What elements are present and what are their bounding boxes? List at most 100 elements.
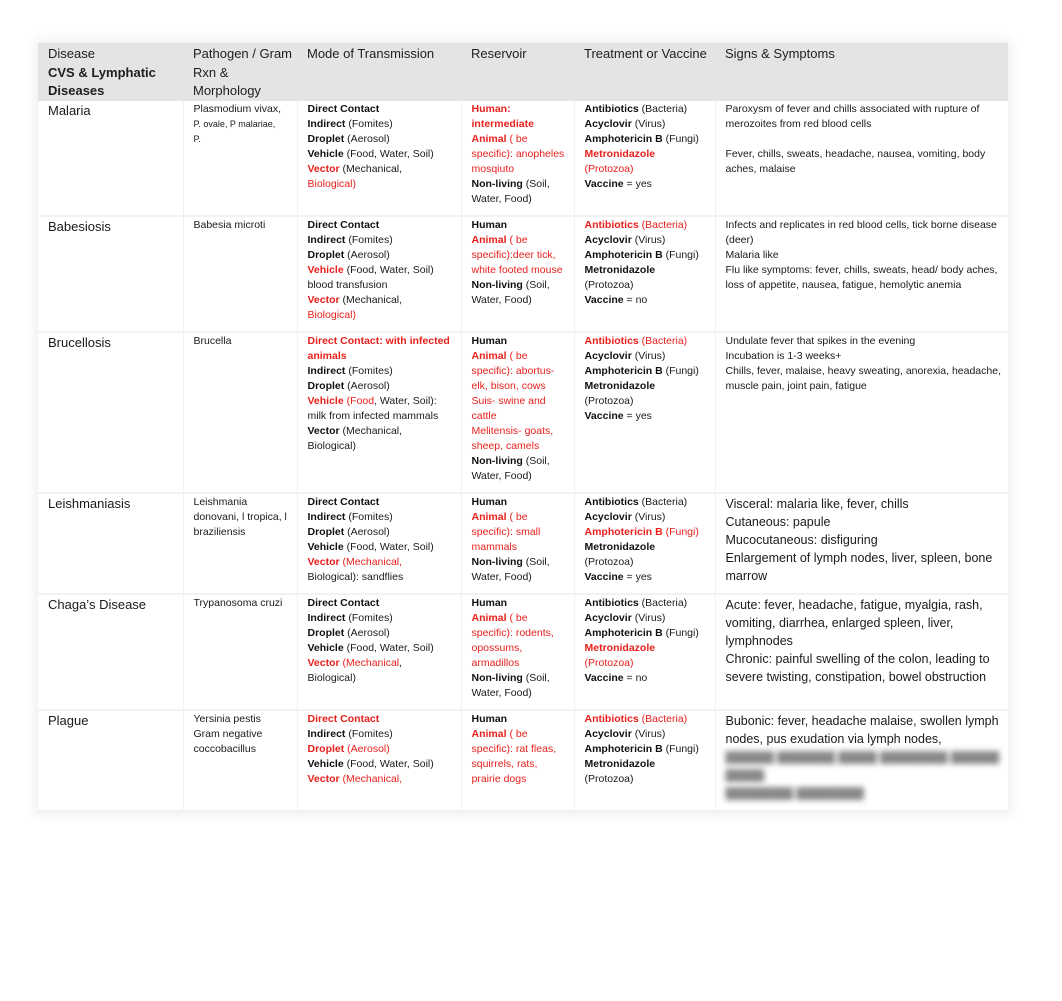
symptom-line: Chronic: painful swelling of the colon, … <box>725 651 990 684</box>
droplet: Droplet <box>307 742 345 755</box>
direct-contact: Direct Contact <box>307 218 380 231</box>
vaccine-value: = yes <box>626 570 652 583</box>
vaccine-label: Vaccine <box>584 177 624 190</box>
treatment-note: (Fungi) <box>665 248 699 261</box>
header-treatment: Treatment or Vaccine <box>584 46 707 61</box>
reservoir-cell: Human Animal ( be specific): small mamma… <box>461 492 575 594</box>
reservoir-animal: Animal <box>471 727 507 740</box>
treatment-note: (Fungi) <box>665 742 699 755</box>
indirect-note: (Fomites) <box>348 117 393 130</box>
vehicle-extra: blood transfusion <box>307 278 388 291</box>
treatment-metronidazole: Metronidazole <box>584 379 656 392</box>
symptom-line: Paroxysm of fever and chills associated … <box>725 102 980 130</box>
reservoir-human: Human <box>471 712 508 725</box>
vector: Vector <box>307 424 340 437</box>
direct-contact: Direct Contact: with infected animals <box>307 334 450 362</box>
reservoir-extra: Suis- swine and cattle <box>471 394 546 422</box>
reservoir-human: Human <box>471 334 508 347</box>
direct-contact: Direct Contact <box>307 495 380 508</box>
vector: Vector <box>307 162 340 175</box>
pathogen-cell: Leishmania donovani, l tropica, l brazil… <box>183 492 298 594</box>
treatment-amphotericin: Amphotericin B <box>584 364 663 377</box>
treatment-cell: Antibiotics (Bacteria) Acyclovir (Virus)… <box>574 492 716 594</box>
vector: Vector <box>307 772 340 785</box>
vector-note-2: Biological) <box>307 671 356 684</box>
symptom-line: Mucocutaneous: disfiguring <box>725 532 878 547</box>
reservoir-nonliving: Non-living <box>471 278 523 291</box>
table-row: Babesiosis Babesia microti Direct Contac… <box>38 215 1008 332</box>
treatment-antibiotics: Antibiotics <box>584 102 639 115</box>
symptom-line: Bubonic: fever, headache malaise, swolle… <box>725 713 999 746</box>
disease-name: Chaga’s Disease <box>38 593 184 710</box>
reservoir-nonliving: Non-living <box>471 671 523 684</box>
treatment-acyclovir: Acyclovir <box>584 233 632 246</box>
reservoir-animal: Animal <box>471 510 507 523</box>
reservoir-human: Human <box>471 495 508 508</box>
vector-note: (Mechanical <box>342 656 400 669</box>
treatment-acyclovir: Acyclovir <box>584 727 632 740</box>
reservoir-extra: Melitensis- goats, sheep, camels <box>471 424 554 452</box>
vehicle: Vehicle <box>307 263 344 276</box>
treatment-cell: Antibiotics (Bacteria) Acyclovir (Virus)… <box>574 331 716 493</box>
pathogen-cell: Trypanosoma cruzi <box>183 593 298 710</box>
vehicle-note: (Food, Water, Soil) <box>346 757 434 770</box>
indirect-note: (Fomites) <box>348 611 393 624</box>
vaccine-value: = yes <box>626 409 652 422</box>
header-disease: Disease CVS & Lymphatic Diseases <box>38 43 183 101</box>
vector-note: (Mechanical, <box>342 772 403 785</box>
treatment-note: (Bacteria) <box>641 102 688 115</box>
vector: Vector <box>307 293 340 306</box>
treatment-note: (Virus) <box>634 510 666 523</box>
treatment-metronidazole: Metronidazole <box>584 641 656 654</box>
symptom-line: Chills, fever, malaise, heavy sweating, … <box>725 364 1002 392</box>
treatment-acyclovir: Acyclovir <box>584 510 632 523</box>
droplet-note: (Aerosol) <box>347 525 390 538</box>
treatment-cell: Antibiotics (Bacteria) Acyclovir (Virus)… <box>574 593 716 710</box>
vector-note-2: Biological) <box>307 439 356 452</box>
symptom-line: Visceral: malaria like, fever, chills <box>725 496 909 511</box>
treatment-note: (Protozoa) <box>584 656 634 669</box>
reservoir-human: Human <box>471 218 508 231</box>
header-disease-label: Disease <box>48 46 95 61</box>
reservoir-cell: Human Animal ( be specific): abortus- el… <box>461 331 575 493</box>
disease-name: Plague <box>38 709 184 811</box>
pathogen-line: Babesia microti <box>193 218 266 231</box>
indirect-note: (Fomites) <box>348 233 393 246</box>
treatment-note: (Fungi) <box>665 132 699 145</box>
reservoir-animal: Animal <box>471 349 507 362</box>
vehicle-note-highlight: Food <box>350 394 375 407</box>
symptom-line: Undulate fever that spikes in the evenin… <box>725 334 916 347</box>
disease-table: Disease CVS & Lymphatic Diseases Pathoge… <box>38 43 1008 812</box>
direct-contact: Direct Contact <box>307 596 380 609</box>
treatment-note: (Virus) <box>634 727 666 740</box>
transmission-cell: Direct Contact Indirect (Fomites) Drople… <box>297 593 462 710</box>
indirect-note: (Fomites) <box>348 727 393 740</box>
pathogen-line: Plasmodium vivax, <box>193 102 282 115</box>
treatment-note: (Bacteria) <box>641 495 688 508</box>
table-row: Leishmaniasis Leishmania donovani, l tro… <box>38 492 1008 594</box>
treatment-acyclovir: Acyclovir <box>584 349 632 362</box>
treatment-note: (Virus) <box>634 611 666 624</box>
treatment-metronidazole: Metronidazole <box>584 147 656 160</box>
treatment-cell: Antibiotics (Bacteria) Acyclovir (Virus)… <box>574 709 716 811</box>
category-title-line1: CVS & Lymphatic <box>48 64 156 80</box>
symptom-line: Malaria like <box>725 248 779 261</box>
reservoir-cell: Human Animal ( be specific):deer tick, w… <box>461 215 575 332</box>
table-row: Malaria Plasmodium vivax, P. ovale, P ma… <box>38 100 1008 216</box>
indirect: Indirect <box>307 611 346 624</box>
vector-note: (Mechanical, <box>342 555 403 568</box>
pathogen-line: coccobacillus <box>193 742 256 755</box>
vaccine-value: = no <box>626 671 648 684</box>
disease-name: Leishmaniasis <box>38 492 184 594</box>
indirect: Indirect <box>307 117 346 130</box>
treatment-note: (Protozoa) <box>584 555 634 568</box>
transmission-cell: Direct Contact Indirect (Fomites) Drople… <box>297 100 462 216</box>
symptom-line: Acute: fever, headache, fatigue, myalgia… <box>725 597 983 648</box>
symptom-line: Fever, chills, sweats, headache, nausea,… <box>725 147 986 175</box>
treatment-antibiotics: Antibiotics <box>584 712 639 725</box>
treatment-note: (Bacteria) <box>641 596 688 609</box>
transmission-cell: Direct Contact Indirect (Fomites) Drople… <box>297 492 462 594</box>
treatment-note: (Bacteria) <box>641 712 688 725</box>
table-header-row: Disease CVS & Lymphatic Diseases Pathoge… <box>38 43 1008 101</box>
indirect: Indirect <box>307 727 346 740</box>
